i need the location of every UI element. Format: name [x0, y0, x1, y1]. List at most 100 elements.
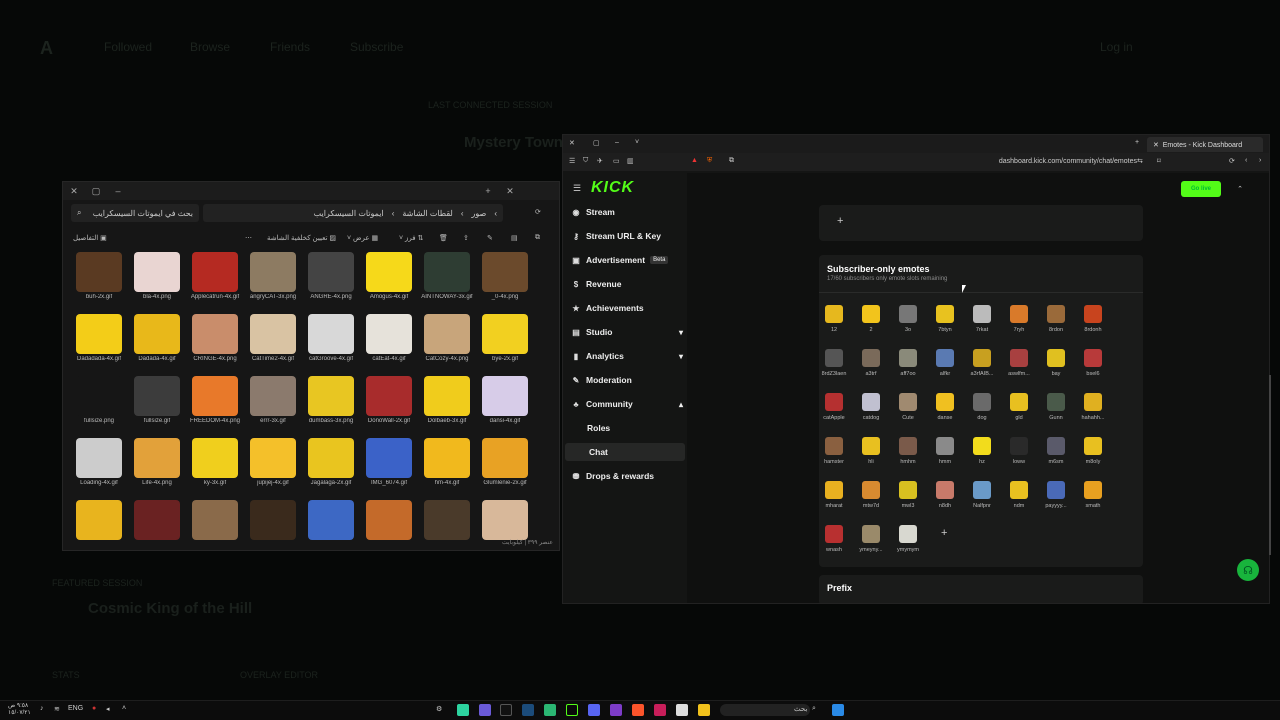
chevron-up-icon[interactable]: ▴: [679, 400, 683, 409]
emote-item[interactable]: Nalfpnr: [967, 481, 997, 509]
emote-item[interactable]: smath: [1078, 481, 1108, 509]
emote-item[interactable]: aff7oo: [893, 349, 923, 377]
app-icon[interactable]: [479, 704, 491, 716]
emote-item[interactable]: aswlfm...: [1004, 349, 1034, 377]
emote-item[interactable]: m8oly: [1078, 437, 1108, 465]
emote-item[interactable]: wnash: [819, 525, 849, 553]
delete-icon[interactable]: 🗑: [439, 234, 448, 242]
kick-logo[interactable]: KICK: [591, 179, 634, 197]
emote-item[interactable]: 8rdon: [1041, 305, 1071, 333]
emote-item[interactable]: 7rkat: [967, 305, 997, 333]
paste-icon[interactable]: ▤: [511, 234, 518, 242]
bookmark-icon[interactable]: ⌑: [1157, 157, 1161, 165]
file-item[interactable]: ANGRE-4x.png: [303, 252, 359, 301]
mic-icon[interactable]: ●: [92, 705, 96, 712]
folder-icon[interactable]: [698, 704, 710, 716]
file-item[interactable]: Glumlenie-2x.gif: [477, 438, 533, 487]
file-item[interactable]: angryCAT-3x.png: [245, 252, 301, 301]
file-item[interactable]: IMG_6074.gif: [361, 438, 417, 487]
file-item[interactable]: dansi-4x.gif: [477, 376, 533, 425]
browser-tab-active[interactable]: ✕ Emotes - Kick Dashboard: [1147, 137, 1263, 152]
brave-shield-icon[interactable]: ⛨: [707, 157, 712, 165]
close-icon[interactable]: ✕: [569, 139, 575, 147]
file-item[interactable]: Dolbaeb-3x.gif: [419, 376, 475, 425]
explorer-address-bar[interactable]: ايموتات السيسكرايب ‹ لقطات الشاشة ‹ صور …: [203, 204, 503, 222]
emote-item[interactable]: mtw7d: [856, 481, 886, 509]
emote-item[interactable]: payyyy...: [1041, 481, 1071, 509]
forward-icon[interactable]: ›: [1259, 157, 1261, 164]
breadcrumb-item[interactable]: صور: [472, 209, 487, 218]
emote-item[interactable]: Cute: [893, 393, 923, 421]
copy-icon[interactable]: ⧉: [535, 234, 540, 242]
emote-item[interactable]: danse: [930, 393, 960, 421]
kick-taskbar-icon[interactable]: [566, 704, 578, 716]
nav-item-key[interactable]: ⚷ Stream URL & Key: [571, 227, 683, 245]
volume-icon[interactable]: ◂: [106, 705, 110, 713]
emote-item[interactable]: gld: [1004, 393, 1034, 421]
app-icon[interactable]: [654, 704, 666, 716]
url-bar[interactable]: dashboard.kick.com/community/chat/emotes: [999, 158, 1137, 165]
menu-icon[interactable]: ☰: [569, 157, 575, 165]
file-item[interactable]: Jagalaga-2x.gif: [303, 438, 359, 487]
file-item[interactable]: FREEDOM-4x.png: [187, 376, 243, 425]
file-item[interactable]: [419, 500, 475, 540]
file-item[interactable]: errr-3x.gif: [245, 376, 301, 425]
pin-icon[interactable]: ✈: [597, 157, 603, 165]
emote-item[interactable]: Gunn: [1041, 393, 1071, 421]
speaker-icon[interactable]: ♪: [40, 705, 44, 712]
brave-icon[interactable]: [632, 704, 644, 716]
nav-item-revenue[interactable]: $ Revenue: [571, 275, 683, 293]
discord-icon[interactable]: [588, 704, 600, 716]
emote-item[interactable]: ymymym: [893, 525, 923, 553]
emote-item[interactable]: 3o: [893, 305, 923, 333]
app-icon[interactable]: [544, 704, 556, 716]
minimize-icon[interactable]: –: [107, 186, 129, 196]
tab-close-icon[interactable]: ✕: [499, 186, 521, 197]
windows-start-icon[interactable]: [832, 704, 844, 716]
file-item[interactable]: jupijej-4x.gif: [245, 438, 301, 487]
emote-item[interactable]: hmhm: [893, 437, 923, 465]
file-item[interactable]: [187, 500, 243, 540]
emote-item[interactable]: mharat: [819, 481, 849, 509]
chevron-down-icon[interactable]: ▾: [679, 328, 683, 337]
file-item[interactable]: hm-4x.gif: [419, 438, 475, 487]
profile-menu-icon[interactable]: ⌃: [1237, 185, 1243, 193]
more-icon[interactable]: ⋯: [245, 234, 252, 242]
file-item[interactable]: [361, 500, 417, 540]
emote-item[interactable]: catdog: [856, 393, 886, 421]
file-item[interactable]: DonoWall-2x.gif: [361, 376, 417, 425]
nav-item-community[interactable]: ♣ Community ▴: [571, 395, 683, 413]
brave-rewards-icon[interactable]: ▲: [691, 157, 698, 164]
file-item[interactable]: Amogus-4x.gif: [361, 252, 417, 301]
nav-sub-item-chat[interactable]: Chat: [565, 443, 685, 461]
file-item[interactable]: Dadada-4x.gif: [129, 314, 185, 363]
emote-item[interactable]: mwl3: [893, 481, 923, 509]
file-item[interactable]: bla-4x.png: [129, 252, 185, 301]
file-item[interactable]: Applecatrun-4x.gif: [187, 252, 243, 301]
app-icon[interactable]: [676, 704, 688, 716]
add-emote-button[interactable]: +: [941, 527, 947, 539]
emote-item[interactable]: 8rdonh: [1078, 305, 1108, 333]
add-emote-button[interactable]: +: [837, 215, 843, 227]
emote-item[interactable]: 12: [819, 305, 849, 333]
file-item[interactable]: CatTime2-4x.gif: [245, 314, 301, 363]
emote-item[interactable]: catApple: [819, 393, 849, 421]
file-item[interactable]: ky-3x.gif: [187, 438, 243, 487]
emote-item[interactable]: ymeyny...: [856, 525, 886, 553]
view-button[interactable]: ˅ عرض ▦: [347, 234, 378, 242]
new-tab-icon[interactable]: +: [1135, 139, 1139, 146]
minimize-icon[interactable]: –: [615, 139, 619, 146]
emote-item[interactable]: loww: [1004, 437, 1034, 465]
settings-icon[interactable]: ⚙: [436, 705, 442, 713]
wifi-icon[interactable]: ≋: [54, 705, 60, 713]
emote-item[interactable]: hz: [967, 437, 997, 465]
emote-item[interactable]: hahahh...: [1078, 393, 1108, 421]
file-item[interactable]: _0-4x.png: [477, 252, 533, 301]
file-item[interactable]: [71, 500, 127, 540]
file-item[interactable]: fullsize.png: [71, 376, 127, 425]
share-icon[interactable]: ⇪: [463, 234, 469, 242]
emote-item[interactable]: a3rfAIB...: [967, 349, 997, 377]
emote-item[interactable]: n8dh: [930, 481, 960, 509]
hamburger-icon[interactable]: ☰: [573, 183, 581, 194]
file-item[interactable]: [129, 500, 185, 540]
